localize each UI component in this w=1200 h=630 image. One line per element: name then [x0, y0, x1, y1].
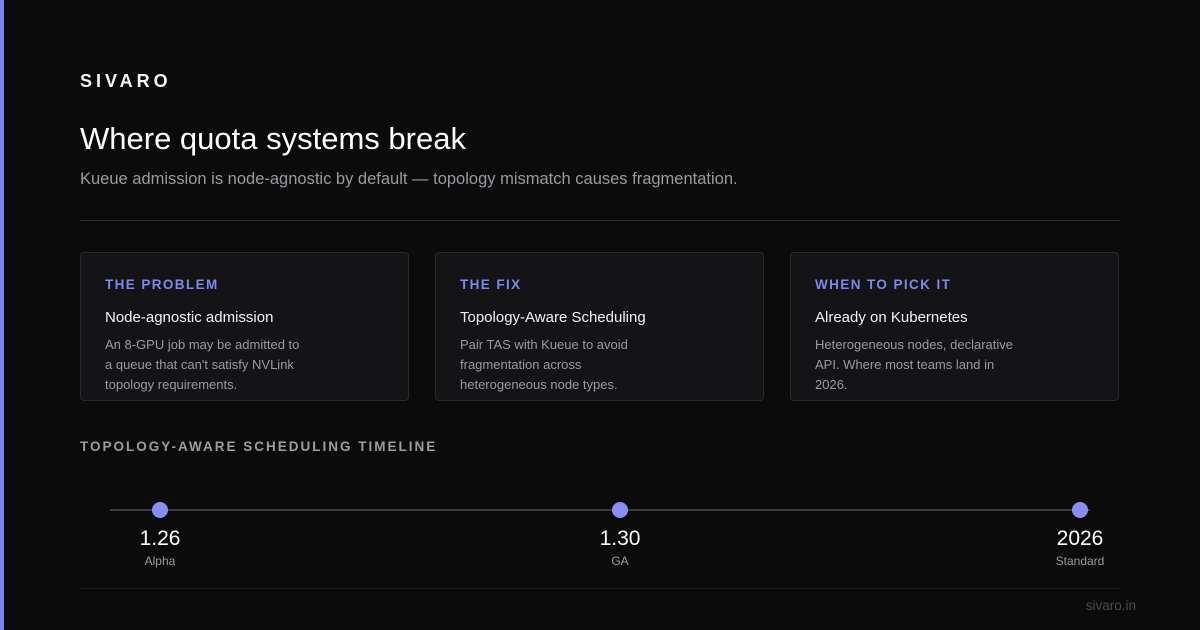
footer-divider [80, 588, 1120, 589]
card-label: WHEN TO PICK IT [815, 277, 952, 292]
timeline-dot [152, 502, 168, 518]
card-label: THE PROBLEM [105, 277, 219, 292]
milestone-version: 1.30 [599, 527, 641, 550]
card-heading: Topology-Aware Scheduling [460, 309, 646, 326]
card-body: Pair TAS with Kueue to avoid fragmentati… [460, 337, 628, 392]
timeline-dot [1072, 502, 1088, 518]
timeline-dot [612, 502, 628, 518]
brand-logo: SIVARO [80, 71, 172, 91]
header-divider [80, 220, 1120, 221]
timeline-milestone: 1.26 Alpha [100, 500, 220, 569]
card-fix: THE FIX Topology-Aware Scheduling Pair T… [435, 252, 764, 401]
site-url: sivaro.in [1085, 598, 1136, 613]
card-heading: Already on Kubernetes [815, 309, 968, 326]
timeline-section-label: TOPOLOGY-AWARE SCHEDULING TIMELINE [80, 439, 438, 454]
card-body: An 8-GPU job may be admitted to a queue … [105, 337, 300, 392]
milestone-stage: Standard [1055, 554, 1105, 568]
card-label: THE FIX [460, 277, 522, 292]
card-when-to-pick: WHEN TO PICK IT Already on Kubernetes He… [790, 252, 1119, 401]
page-title: Where quota systems break [80, 121, 466, 156]
card-body: Heterogeneous nodes, declarative API. Wh… [815, 337, 1014, 392]
milestone-version: 1.26 [139, 527, 181, 550]
timeline-milestone: 1.30 GA [560, 500, 680, 569]
milestone-version: 2026 [1056, 527, 1104, 550]
milestone-stage: Alpha [144, 554, 176, 568]
card-heading: Node-agnostic admission [105, 309, 274, 326]
milestone-stage: GA [611, 554, 629, 568]
timeline-milestone: 2026 Standard [1020, 500, 1140, 569]
page-subtitle: Kueue admission is node-agnostic by defa… [80, 170, 738, 188]
card-problem: THE PROBLEM Node-agnostic admission An 8… [80, 252, 409, 401]
accent-bar [0, 0, 4, 630]
